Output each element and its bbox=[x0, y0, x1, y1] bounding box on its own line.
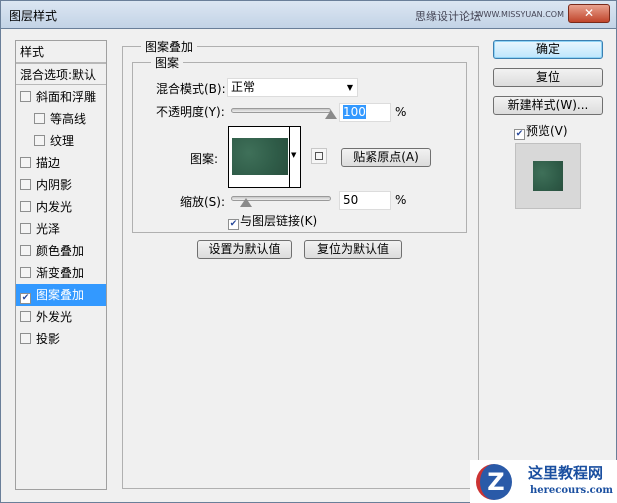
reset-button[interactable]: 复位 bbox=[493, 68, 603, 87]
style-item-label: 投影 bbox=[36, 332, 61, 346]
preview-checkbox[interactable]: ✔ 预览(V) bbox=[514, 122, 568, 140]
style-item[interactable]: 描边 bbox=[16, 152, 106, 174]
pattern-label: 图案: bbox=[190, 152, 219, 166]
opacity-value: 100 bbox=[343, 105, 366, 119]
blend-options-item[interactable]: 混合选项:默认 bbox=[16, 63, 106, 85]
checkbox-icon[interactable] bbox=[34, 135, 45, 146]
opacity-unit: % bbox=[395, 105, 407, 119]
group-title: 图案叠加 bbox=[141, 38, 198, 55]
styles-header[interactable]: 样式 bbox=[16, 41, 106, 63]
scale-label: 缩放(S): bbox=[180, 195, 226, 209]
set-default-button[interactable]: 设置为默认值 bbox=[197, 240, 292, 259]
checkbox-checked-icon[interactable]: ✔ bbox=[20, 293, 31, 304]
style-item-label: 纹理 bbox=[50, 134, 75, 148]
snap-to-origin-button[interactable]: 贴紧原点(A) bbox=[341, 148, 431, 167]
style-item-label: 颜色叠加 bbox=[36, 244, 85, 258]
ok-button[interactable]: 确定 bbox=[493, 40, 603, 59]
checkbox-icon[interactable] bbox=[20, 157, 31, 168]
subgroup-title: 图案 bbox=[151, 54, 184, 71]
checkbox-icon[interactable] bbox=[20, 91, 31, 102]
blend-mode-label: 混合模式(B): bbox=[156, 82, 226, 96]
checkbox-checked-icon: ✔ bbox=[514, 129, 525, 140]
reset-default-button[interactable]: 复位为默认值 bbox=[304, 240, 402, 259]
close-button[interactable]: ✕ bbox=[568, 4, 610, 23]
dropdown-arrow-icon: ▼ bbox=[291, 151, 297, 159]
checkbox-checked-icon: ✔ bbox=[228, 219, 239, 230]
opacity-slider[interactable] bbox=[231, 108, 331, 113]
checkbox-icon[interactable] bbox=[20, 179, 31, 190]
style-item[interactable]: 纹理 bbox=[16, 130, 106, 152]
scale-input[interactable]: 50 bbox=[339, 191, 391, 210]
blend-mode-select[interactable]: 正常 ▼ bbox=[227, 78, 358, 97]
close-icon: ✕ bbox=[583, 6, 595, 20]
opacity-slider-thumb[interactable] bbox=[325, 110, 337, 119]
style-item[interactable]: 渐变叠加 bbox=[16, 262, 106, 284]
scale-unit: % bbox=[395, 193, 407, 207]
link-with-layer-label: 与图层链接(K) bbox=[240, 214, 318, 228]
logo-icon: Z bbox=[476, 464, 512, 500]
style-item[interactable]: 斜面和浮雕 bbox=[16, 86, 106, 108]
style-item[interactable]: ✔ 图案叠加 bbox=[16, 284, 106, 306]
site-logo: Z 这里教程网 herecours.com bbox=[470, 460, 617, 503]
checkbox-icon[interactable] bbox=[20, 267, 31, 278]
checkbox-icon[interactable] bbox=[20, 333, 31, 344]
new-preset-button[interactable] bbox=[311, 148, 327, 164]
style-item-label: 等高线 bbox=[50, 112, 87, 126]
watermark: 思缘设计论坛 bbox=[415, 10, 481, 23]
link-with-layer-checkbox[interactable]: ✔ 与图层链接(K) bbox=[228, 212, 317, 230]
scale-value: 50 bbox=[343, 193, 359, 207]
preview-swatch bbox=[533, 161, 563, 191]
style-item-label: 外发光 bbox=[36, 310, 73, 324]
style-item-label: 内发光 bbox=[36, 200, 73, 214]
logo-url: herecours.com bbox=[530, 485, 614, 496]
watermark-url: WWW.MISSYUAN.COM bbox=[475, 10, 564, 19]
blend-mode-value: 正常 bbox=[231, 80, 256, 94]
window-title: 图层样式 bbox=[9, 9, 58, 23]
logo-name: 这里教程网 bbox=[528, 464, 604, 482]
checkbox-icon[interactable] bbox=[20, 223, 31, 234]
pattern-picker[interactable]: ▼ bbox=[228, 126, 301, 188]
dropdown-arrow-icon: ▼ bbox=[346, 83, 353, 92]
opacity-label: 不透明度(Y): bbox=[156, 105, 225, 119]
style-item-label: 图案叠加 bbox=[36, 288, 85, 302]
checkbox-icon[interactable] bbox=[34, 113, 45, 124]
style-item[interactable]: 光泽 bbox=[16, 218, 106, 240]
style-item[interactable]: 内阴影 bbox=[16, 174, 106, 196]
pattern-swatch bbox=[232, 138, 288, 175]
preview-label: 预览(V) bbox=[526, 124, 568, 138]
scale-slider-thumb[interactable] bbox=[240, 198, 252, 207]
checkbox-icon[interactable] bbox=[20, 311, 31, 322]
checkbox-icon[interactable] bbox=[20, 201, 31, 212]
style-item[interactable]: 颜色叠加 bbox=[16, 240, 106, 262]
new-style-button[interactable]: 新建样式(W)... bbox=[493, 96, 603, 115]
style-item[interactable]: 外发光 bbox=[16, 306, 106, 328]
title-bar: 图层样式 思缘设计论坛 WWW.MISSYUAN.COM ✕ bbox=[0, 0, 617, 29]
styles-list: 样式 混合选项:默认 斜面和浮雕等高线纹理描边内阴影内发光光泽颜色叠加渐变叠加 ✔… bbox=[15, 40, 107, 490]
style-item-label: 光泽 bbox=[36, 222, 61, 236]
new-preset-icon bbox=[315, 152, 323, 160]
style-item-label: 内阴影 bbox=[36, 178, 73, 192]
style-item[interactable]: 等高线 bbox=[16, 108, 106, 130]
style-item-label: 渐变叠加 bbox=[36, 266, 85, 280]
style-preview bbox=[515, 143, 581, 209]
style-item[interactable]: 内发光 bbox=[16, 196, 106, 218]
style-item-label: 斜面和浮雕 bbox=[36, 90, 97, 104]
checkbox-icon[interactable] bbox=[20, 245, 31, 256]
style-item[interactable]: 投影 bbox=[16, 328, 106, 350]
opacity-input[interactable]: 100 bbox=[339, 103, 391, 122]
style-item-label: 描边 bbox=[36, 156, 61, 170]
